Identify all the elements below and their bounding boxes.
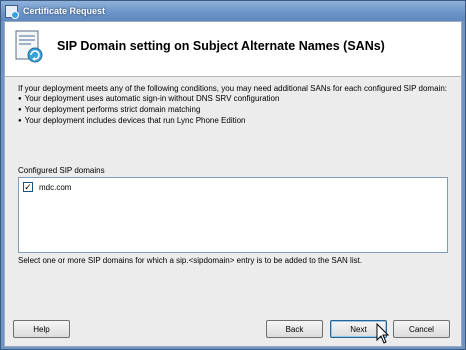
certificate-wizard-icon bbox=[15, 30, 43, 63]
certificate-app-icon bbox=[5, 4, 19, 19]
conditions-text: If your deployment meets any of the foll… bbox=[18, 84, 450, 127]
title-bar[interactable]: Certificate Request bbox=[1, 1, 465, 21]
list-item: Your deployment performs strict domain m… bbox=[18, 105, 450, 116]
checkbox-checked-icon[interactable]: ✓ bbox=[23, 182, 33, 192]
dialog-body: SIP Domain setting on Subject Alternate … bbox=[4, 21, 462, 347]
mouse-pointer-icon bbox=[376, 323, 390, 344]
back-button[interactable]: Back bbox=[266, 320, 323, 338]
cancel-button[interactable]: Cancel bbox=[393, 320, 450, 338]
list-item: Your deployment includes devices that ru… bbox=[18, 116, 450, 127]
sip-domain-item[interactable]: ✓ mdc.com bbox=[23, 182, 71, 192]
certificate-request-window: Certificate Request SIP Domain setting o… bbox=[0, 0, 466, 350]
wizard-header: SIP Domain setting on Subject Alternate … bbox=[5, 22, 461, 77]
page-title: SIP Domain setting on Subject Alternate … bbox=[57, 39, 385, 53]
instruction-text: Select one or more SIP domains for which… bbox=[18, 256, 363, 265]
sip-domain-label: mdc.com bbox=[39, 182, 72, 192]
intro-paragraph: If your deployment meets any of the foll… bbox=[18, 84, 447, 93]
sip-domains-label: Configured SIP domains bbox=[18, 166, 105, 175]
help-button[interactable]: Help bbox=[13, 320, 70, 338]
sip-domains-listbox[interactable]: ✓ mdc.com bbox=[18, 177, 448, 253]
conditions-list: Your deployment uses automatic sign-in w… bbox=[18, 94, 450, 127]
window-title: Certificate Request bbox=[23, 6, 106, 16]
list-item: Your deployment uses automatic sign-in w… bbox=[18, 94, 450, 105]
